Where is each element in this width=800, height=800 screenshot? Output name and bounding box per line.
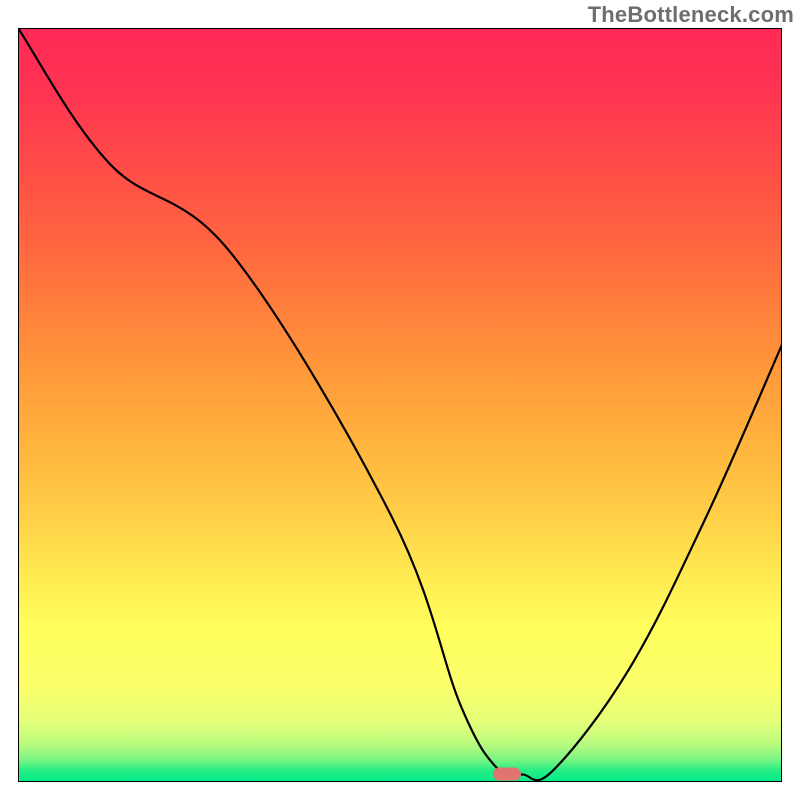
watermark-text: TheBottleneck.com <box>588 2 794 28</box>
curve-layer <box>18 28 782 782</box>
bottleneck-curve-path <box>18 28 782 780</box>
bottleneck-chart: TheBottleneck.com <box>0 0 800 800</box>
optimal-point-marker <box>493 768 521 781</box>
